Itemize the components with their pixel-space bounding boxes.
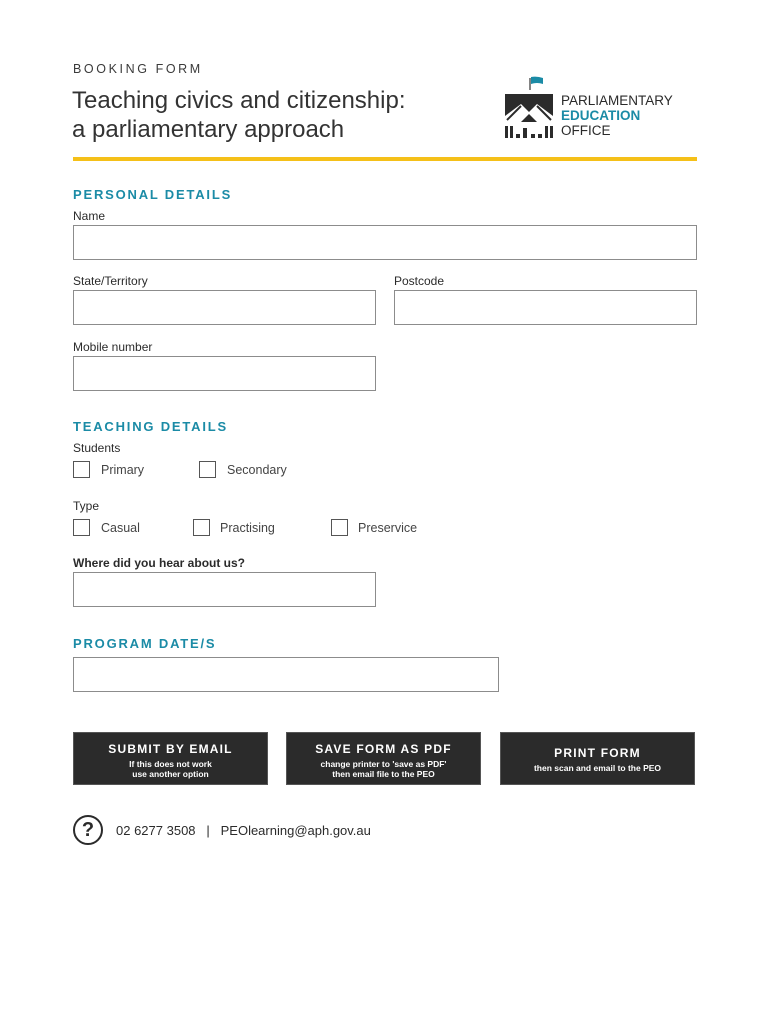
- primary-label: Primary: [101, 463, 145, 477]
- preservice-checkbox[interactable]: [331, 519, 348, 536]
- program-dates-field[interactable]: [73, 657, 499, 692]
- preservice-label: Preservice: [358, 521, 418, 535]
- save-pdf-button-sub-1: change printer to 'save as PDF': [320, 759, 447, 769]
- teaching-details-heading: TEACHING DETAILS: [73, 419, 228, 434]
- form-kicker: BOOKING FORM: [73, 62, 203, 76]
- submit-button-sub-1: If this does not work: [129, 759, 212, 769]
- contact-phone: 02 6277 3508: [116, 823, 196, 838]
- submit-button-sub-2: use another option: [132, 769, 209, 779]
- state-field[interactable]: [73, 290, 376, 325]
- contact-email[interactable]: PEOlearning@aph.gov.au: [221, 823, 371, 838]
- question-icon: ?: [73, 815, 103, 845]
- primary-checkbox[interactable]: [73, 461, 90, 478]
- print-button-sub-1: then scan and email to the PEO: [533, 763, 662, 773]
- submit-by-email-button[interactable]: SUBMIT BY EMAIL If this does not work us…: [73, 732, 268, 785]
- state-label: State/Territory: [73, 274, 148, 288]
- logo-line-3: OFFICE: [561, 123, 611, 138]
- save-form-as-pdf-button[interactable]: SAVE FORM AS PDF change printer to 'save…: [286, 732, 481, 785]
- logo-line-1: PARLIAMENTARY: [561, 93, 673, 108]
- postcode-field[interactable]: [394, 290, 697, 325]
- logo-wordmark: PARLIAMENTARY EDUCATION OFFICE: [561, 93, 673, 138]
- hear-about-label: Where did you hear about us?: [73, 556, 246, 570]
- name-label: Name: [73, 209, 106, 223]
- contact-separator: |: [206, 823, 210, 838]
- parliament-house-icon: [505, 76, 553, 138]
- title-line-1: Teaching civics and citizenship:: [72, 87, 406, 114]
- practising-label: Practising: [220, 521, 275, 535]
- practising-checkbox[interactable]: [193, 519, 210, 536]
- submit-button-title: SUBMIT BY EMAIL: [108, 742, 233, 756]
- print-form-button[interactable]: PRINT FORM then scan and email to the PE…: [500, 732, 695, 785]
- contact-line: 02 6277 3508 | PEOlearning@aph.gov.au: [116, 823, 371, 838]
- secondary-checkbox[interactable]: [199, 461, 216, 478]
- casual-label: Casual: [101, 521, 140, 535]
- save-pdf-button-sub-2: then email file to the PEO: [332, 769, 435, 779]
- mobile-field[interactable]: [73, 356, 376, 391]
- program-dates-heading: PROGRAM DATE/S: [73, 636, 217, 651]
- logo-line-2: EDUCATION: [561, 108, 641, 123]
- personal-details-heading: PERSONAL DETAILS: [73, 187, 233, 202]
- name-field[interactable]: [73, 225, 697, 260]
- students-label: Students: [73, 441, 121, 455]
- header-divider: [73, 157, 697, 161]
- peo-logo: PARLIAMENTARY EDUCATION OFFICE: [503, 76, 703, 142]
- print-button-title: PRINT FORM: [554, 746, 641, 760]
- title-line-2: a parliamentary approach: [72, 116, 345, 143]
- casual-checkbox[interactable]: [73, 519, 90, 536]
- type-label: Type: [73, 499, 100, 513]
- page-title: Teaching civics and citizenship: a parli…: [72, 86, 406, 144]
- save-pdf-button-title: SAVE FORM AS PDF: [315, 742, 452, 756]
- secondary-label: Secondary: [227, 463, 287, 477]
- mobile-label: Mobile number: [73, 340, 153, 354]
- hear-about-field[interactable]: [73, 572, 376, 607]
- postcode-label: Postcode: [394, 274, 445, 288]
